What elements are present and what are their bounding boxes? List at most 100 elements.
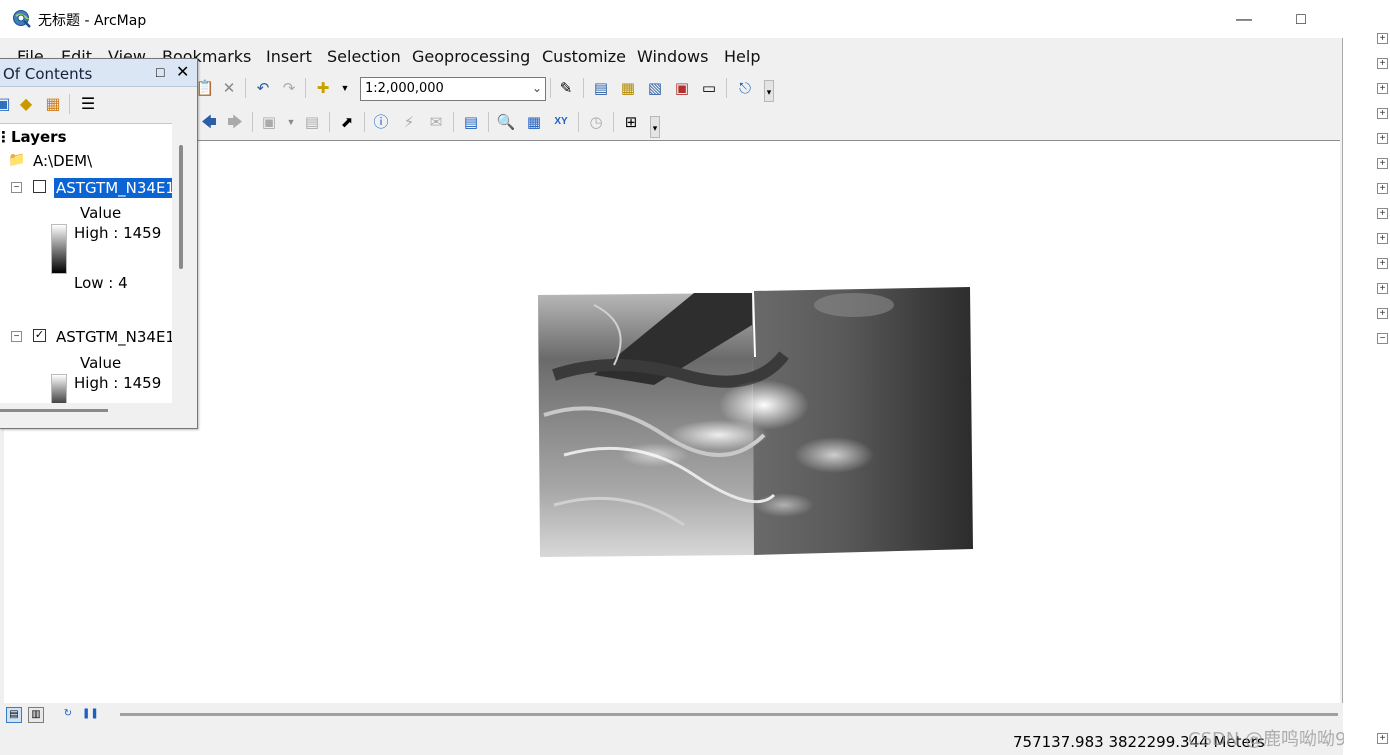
dock-strip: + + + + + + + + + + + + − + <box>1344 0 1390 755</box>
menu-customize[interactable]: Customize <box>542 47 626 66</box>
expand-icon[interactable]: + <box>1377 208 1388 219</box>
redo-icon[interactable]: ↷ <box>278 77 300 99</box>
select-elements-icon[interactable]: ⬈ <box>336 111 358 133</box>
list-by-source-icon[interactable]: ◆ <box>15 93 37 115</box>
minimize-button[interactable]: — <box>1221 6 1267 34</box>
dem-raster-image <box>538 287 973 557</box>
search-window-icon[interactable]: ▧ <box>644 77 666 99</box>
layers-root-label: Layers <box>11 128 67 146</box>
list-by-drawing-order-icon[interactable]: ▣ <box>0 93 14 115</box>
add-data-icon[interactable]: ✚ <box>312 77 334 99</box>
select-dropdown-icon[interactable]: ▼ <box>280 111 302 133</box>
coord-x: 757137.983 <box>1013 733 1104 751</box>
expand-icon[interactable]: + <box>1377 83 1388 94</box>
expand-icon[interactable]: + <box>1377 233 1388 244</box>
expand-icon[interactable]: + <box>1377 158 1388 169</box>
layer-2-name[interactable]: ASTGTM_N34E1 <box>56 328 172 346</box>
arcmap-window: 无标题 - ArcMap — □ File Edit View Bookmark… <box>0 0 1369 755</box>
menu-windows[interactable]: Windows <box>637 47 708 66</box>
identify-icon[interactable]: ⓘ <box>370 111 392 133</box>
toolbar-overflow-icon[interactable]: ▾ <box>650 116 660 138</box>
toolbar-overflow-icon[interactable]: ▾ <box>764 80 774 102</box>
collapse-icon[interactable]: − <box>1377 333 1388 344</box>
toc-vertical-scrollbar[interactable] <box>172 123 194 403</box>
menu-geoprocessing[interactable]: Geoprocessing <box>412 47 530 66</box>
catalog-icon[interactable]: ▦ <box>617 77 639 99</box>
back-extent-icon[interactable]: 🡄 <box>198 111 220 133</box>
delete-icon[interactable]: ✕ <box>218 77 240 99</box>
layout-view-button[interactable]: ▥ <box>28 707 44 723</box>
layer-1-low-label: Low : 4 <box>74 274 128 292</box>
hyperlink-icon[interactable]: ⚡ <box>398 111 420 133</box>
data-view-button[interactable]: ▤ <box>6 707 22 723</box>
map-display[interactable] <box>4 140 1340 703</box>
layer-2-high-label: High : 1459 <box>74 374 162 392</box>
toc-toolbar: ▣ ◆ ▦ ☰ <box>0 91 197 119</box>
arctoolbox-icon[interactable]: ▣ <box>671 77 693 99</box>
create-viewer-window-icon[interactable]: ⊞ <box>620 111 642 133</box>
go-to-xy-icon[interactable]: XY <box>550 111 572 133</box>
layer-tree: ⋮Layers 📁 A:\DEM\ − ASTGTM_N34E1 Value H… <box>0 123 172 403</box>
menu-selection[interactable]: Selection <box>327 47 401 66</box>
folder-path[interactable]: A:\DEM\ <box>33 152 92 170</box>
maximize-button[interactable]: □ <box>1278 6 1324 34</box>
toolbar-separator <box>329 112 330 132</box>
map-scale-combobox[interactable]: 1:2,000,000 ⌄ <box>360 77 546 101</box>
html-popup-icon[interactable]: ✉ <box>425 111 447 133</box>
add-data-dropdown-icon[interactable]: ▼ <box>334 77 356 99</box>
scrollbar-thumb[interactable] <box>179 145 183 269</box>
expand-icon[interactable]: + <box>1377 33 1388 44</box>
list-by-visibility-icon[interactable]: ▦ <box>42 93 64 115</box>
pause-drawing-icon[interactable]: ❚❚ <box>82 707 99 723</box>
menu-help[interactable]: Help <box>724 47 760 66</box>
undo-icon[interactable]: ↶ <box>252 77 274 99</box>
python-window-icon[interactable]: ▭ <box>698 77 720 99</box>
window-title: 无标题 - ArcMap <box>38 13 147 29</box>
find-route-icon[interactable]: ▦ <box>523 111 545 133</box>
collapse-layer-1-icon[interactable]: − <box>11 182 22 193</box>
forward-extent-icon[interactable]: 🡆 <box>224 111 246 133</box>
toolbar-separator <box>245 78 246 98</box>
standard-toolbar: 📋 ✕ ↶ ↷ ✚ ▼ 1:2,000,000 ⌄ ✎ ▤ ▦ ▧ ▣ ▭ ⎋ … <box>194 74 794 104</box>
expand-icon[interactable]: + <box>1377 133 1388 144</box>
layer-1-color-ramp <box>51 224 67 274</box>
arcmap-globe-icon <box>13 10 31 28</box>
layer-1-visibility-checkbox[interactable] <box>33 180 46 193</box>
expand-icon[interactable]: + <box>1377 258 1388 269</box>
refresh-icon[interactable]: ↻ <box>60 707 76 723</box>
map-scale-value: 1:2,000,000 <box>365 81 444 96</box>
float-window-icon[interactable]: □ <box>156 64 164 80</box>
options-icon[interactable]: ☰ <box>77 93 99 115</box>
expand-icon[interactable]: + <box>1377 108 1388 119</box>
layers-root[interactable]: ⋮Layers <box>0 128 67 146</box>
menu-bar: File Edit View Bookmarks Insert Selectio… <box>0 42 1343 70</box>
expand-icon[interactable]: + <box>1377 733 1388 744</box>
modelbuilder-icon[interactable]: ⎋ <box>734 77 756 99</box>
toolbar-separator <box>726 78 727 98</box>
editor-toolbar-icon[interactable]: ✎ <box>555 77 577 99</box>
toolbar-separator <box>69 94 70 114</box>
expand-icon[interactable]: + <box>1377 308 1388 319</box>
close-icon[interactable]: ✕ <box>176 62 189 82</box>
table-of-contents-panel: Of Contents □ ✕ ▣ ◆ ▦ ☰ ⋮Layers 📁 A:\DEM… <box>0 58 198 429</box>
expand-icon[interactable]: + <box>1377 58 1388 69</box>
expand-icon[interactable]: + <box>1377 283 1388 294</box>
toc-horizontal-scrollbar[interactable] <box>0 409 108 412</box>
toolbar-separator <box>488 112 489 132</box>
find-binoculars-icon[interactable]: 🔍 <box>495 111 517 133</box>
table-of-contents-icon[interactable]: ▤ <box>590 77 612 99</box>
menu-insert[interactable]: Insert <box>266 47 312 66</box>
collapse-layer-2-icon[interactable]: − <box>11 331 22 342</box>
measure-icon[interactable]: ▤ <box>460 111 482 133</box>
folder-icon: 📁 <box>8 152 26 168</box>
layer-2-visibility-checkbox[interactable]: ✓ <box>33 329 46 342</box>
tools-toolbar: 🡄 🡆 ▣ ▼ ▤ ⬈ ⓘ ⚡ ✉ ▤ 🔍 ▦ XY ◷ ⊞ ▾ <box>194 108 674 138</box>
time-slider-icon[interactable]: ◷ <box>585 111 607 133</box>
select-features-icon[interactable]: ▣ <box>258 111 280 133</box>
clear-selection-icon[interactable]: ▤ <box>301 111 323 133</box>
toolbar-separator <box>364 112 365 132</box>
toolbar-separator <box>613 112 614 132</box>
horizontal-scrollbar[interactable] <box>120 713 1338 716</box>
expand-icon[interactable]: + <box>1377 183 1388 194</box>
layer-1-name[interactable]: ASTGTM_N34E1 <box>54 178 172 198</box>
